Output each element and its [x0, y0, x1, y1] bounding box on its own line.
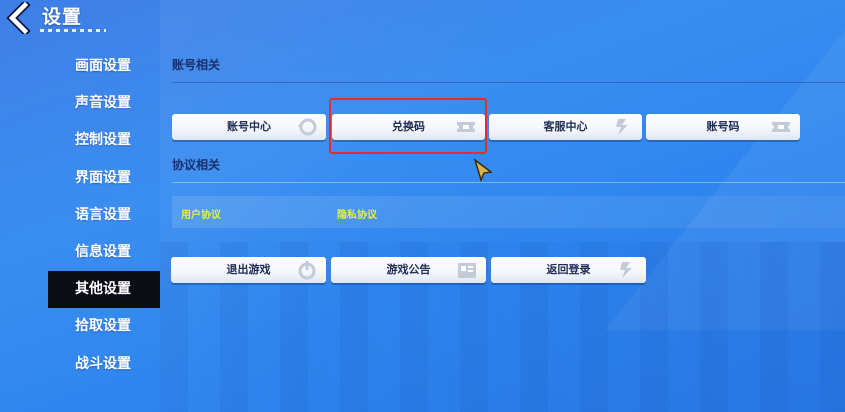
game-notice-button[interactable]: 游戏公告: [331, 257, 486, 283]
customer-service-label: 客服中心: [543, 120, 588, 133]
background-triangle: [605, 30, 845, 330]
return-login-button[interactable]: 返回登录: [491, 257, 646, 283]
redeem-code-label: 兑换码: [392, 120, 425, 133]
redeem-code-button[interactable]: 兑换码: [332, 114, 485, 140]
sidebar-item-interface[interactable]: 界面设置: [48, 160, 160, 197]
notice-icon: [458, 263, 476, 278]
sidebar-item-other[interactable]: 其他设置: [48, 271, 160, 309]
sidebar-item-sound[interactable]: 声音设置: [48, 85, 160, 122]
account-code-label: 账号码: [706, 120, 740, 133]
account-center-icon: [298, 118, 317, 136]
page-title: 设置: [42, 6, 83, 28]
ticket-icon: [457, 122, 475, 132]
sidebar-item-info[interactable]: 信息设置: [48, 234, 160, 271]
mouse-cursor-icon: [473, 158, 493, 182]
sidebar-item-display[interactable]: 画面设置: [48, 48, 160, 85]
sidebar-item-language[interactable]: 语言设置: [48, 197, 160, 234]
sidebar-item-pickup[interactable]: 拾取设置: [48, 308, 160, 345]
return-login-label: 返回登录: [546, 263, 591, 276]
settings-sidebar: 画面设置 声音设置 控制设置 界面设置 语言设置 信息设置 其他设置 拾取设置 …: [48, 48, 160, 383]
privacy-agreement-link[interactable]: 隐私协议: [337, 206, 377, 221]
exit-game-label: 退出游戏: [226, 263, 271, 276]
account-center-label: 账号中心: [227, 120, 271, 133]
account-code-button[interactable]: 账号码: [646, 114, 800, 140]
account-center-button[interactable]: 账号中心: [172, 114, 326, 140]
sidebar-item-controls[interactable]: 控制设置: [48, 122, 160, 159]
agreement-links-bar: [172, 196, 845, 228]
agreement-section-title: 协议相关: [172, 158, 221, 172]
exit-game-button[interactable]: 退出游戏: [171, 257, 326, 283]
game-notice-label: 游戏公告: [386, 263, 431, 276]
account-section-divider: [172, 82, 845, 83]
return-icon: [620, 262, 632, 278]
customer-service-icon: [616, 119, 628, 135]
sidebar-item-combat[interactable]: 战斗设置: [48, 346, 160, 383]
power-icon: [298, 261, 316, 280]
agreement-section-divider: [172, 182, 845, 183]
user-agreement-link[interactable]: 用户协议: [181, 206, 221, 221]
customer-service-button[interactable]: 客服中心: [489, 114, 642, 140]
title-underline-decoration: [40, 29, 106, 32]
back-chevron-icon[interactable]: [4, 0, 36, 37]
ticket-icon: [772, 122, 790, 132]
header: 设置: [0, 0, 130, 38]
account-section-title: 账号相关: [172, 58, 221, 72]
